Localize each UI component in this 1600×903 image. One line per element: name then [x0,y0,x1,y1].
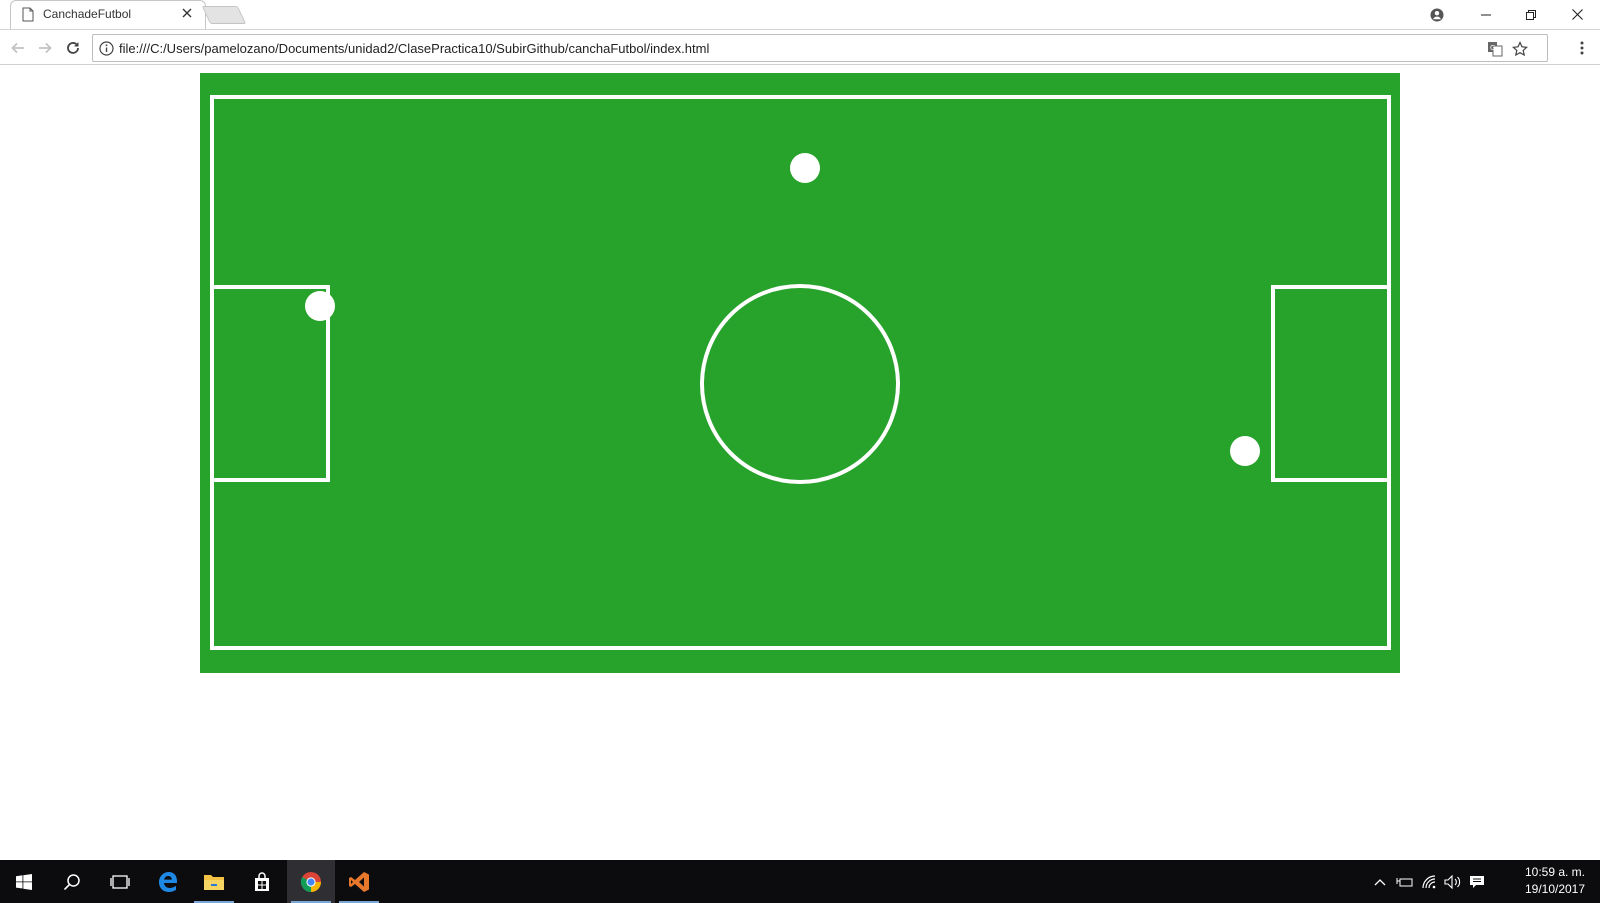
notification-icon[interactable] [1466,860,1488,903]
ball[interactable] [305,291,335,321]
close-icon[interactable] [180,6,194,20]
svg-text:G: G [1490,44,1495,52]
translate-icon[interactable]: G [1486,40,1504,58]
chrome-icon[interactable] [287,860,335,903]
ball[interactable] [1230,436,1260,466]
system-clock[interactable]: 10:59 a. m. 19/10/2017 [1518,864,1592,898]
ball[interactable] [790,153,820,183]
address-bar[interactable]: file:///C:/Users/pamelozano/Documents/un… [92,34,1548,62]
edge-icon[interactable] [144,860,192,903]
page-viewport [0,65,1600,860]
search-icon[interactable] [48,860,96,903]
browser-toolbar: file:///C:/Users/pamelozano/Documents/un… [0,29,1600,65]
account-icon[interactable] [1414,0,1460,29]
tab-title: CanchadeFutbol [43,7,132,21]
windows-taskbar: 10:59 a. m. 19/10/2017 [0,860,1600,903]
clock-date: 19/10/2017 [1524,882,1586,896]
clock-time: 10:59 a. m. [1524,865,1586,879]
address-url[interactable]: file:///C:/Users/pamelozano/Documents/un… [119,41,709,56]
restore-icon[interactable] [1508,0,1554,29]
store-icon[interactable] [238,860,286,903]
kebab-menu-icon[interactable] [1570,36,1594,60]
wifi-icon[interactable] [1419,860,1441,903]
task-view-icon[interactable] [96,860,144,903]
new-tab-button[interactable] [201,6,247,24]
soccer-field [200,73,1400,673]
chevron-up-icon[interactable] [1370,860,1390,903]
battery-icon[interactable] [1394,860,1416,903]
back-arrow-icon[interactable] [6,36,30,60]
star-icon[interactable] [1511,40,1529,58]
visual-studio-icon[interactable] [335,860,383,903]
tab-strip: CanchadeFutbol [0,0,1600,29]
minimize-icon[interactable] [1463,0,1509,29]
page-icon [22,7,34,22]
window-close-icon[interactable] [1554,0,1600,29]
file-explorer-icon[interactable] [190,860,238,903]
reload-icon[interactable] [61,36,85,60]
windows-start-icon[interactable] [0,860,48,903]
info-icon[interactable] [99,41,114,56]
forward-arrow-icon[interactable] [33,36,57,60]
volume-icon[interactable] [1442,860,1464,903]
